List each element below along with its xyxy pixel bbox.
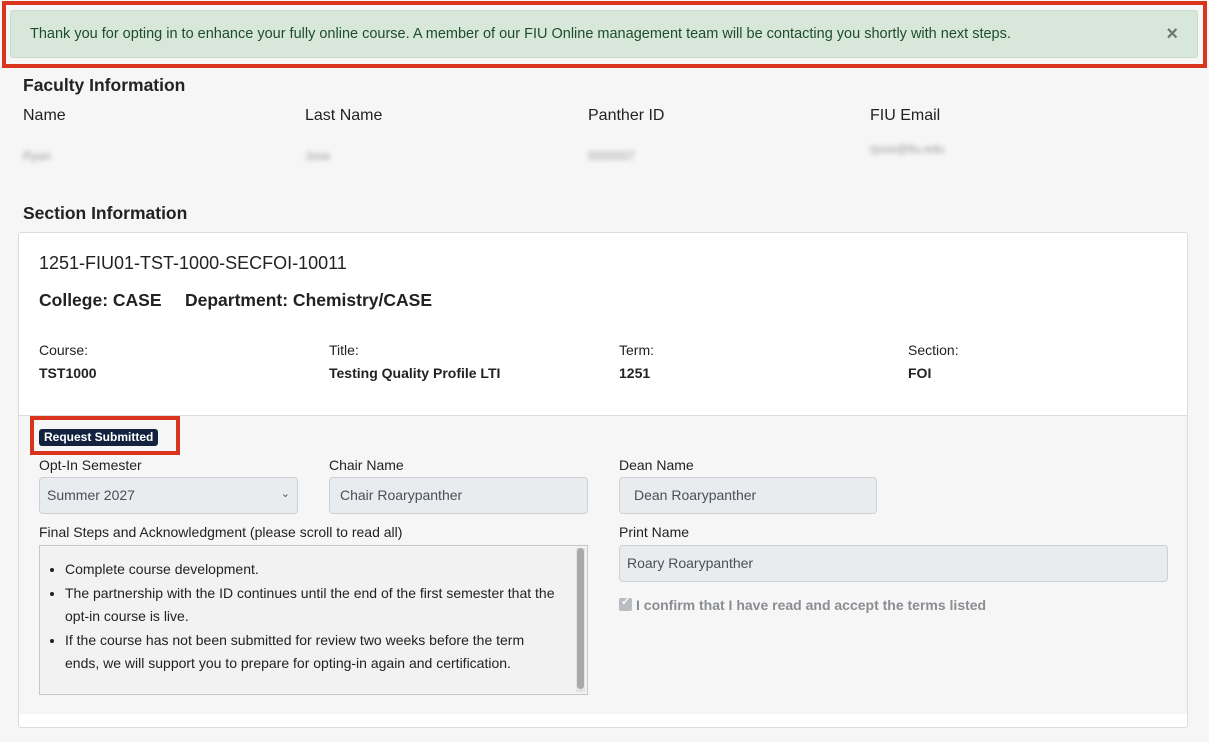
faculty-name-label: Name (23, 107, 66, 124)
success-alert: Thank you for opting in to enhance your … (10, 10, 1198, 58)
confirm-checkbox[interactable] (619, 595, 632, 611)
chevron-down-icon: ⌄ (280, 488, 290, 500)
opt-in-semester-select[interactable]: Summer 2027 ⌄ (39, 477, 298, 514)
confirm-terms[interactable]: I confirm that I have read and accept th… (619, 595, 987, 613)
close-icon[interactable]: × (1166, 22, 1178, 46)
chair-name-label: Chair Name (329, 457, 404, 473)
list-item: Complete course development. (65, 558, 560, 582)
term-label: Term: (619, 342, 654, 358)
faculty-last-name-label: Last Name (305, 107, 383, 124)
faculty-name-value: Ryan (23, 149, 52, 163)
faculty-panther-id-label: Panther ID (588, 107, 665, 124)
opt-in-semester-value: Summer 2027 (47, 487, 135, 503)
faculty-panther-id-value: 0000007 (588, 149, 635, 163)
course-value: TST1000 (39, 365, 97, 381)
dean-name-label: Dean Name (619, 457, 694, 473)
section-summary: 1251-FIU01-TST-1000-SECFOI-10011 College… (19, 233, 1187, 416)
alert-message: Thank you for opting in to enhance your … (30, 26, 1011, 42)
scroll-thumb[interactable] (577, 548, 584, 689)
chair-name-field[interactable]: Chair Roarypanther (329, 477, 588, 514)
dean-name-field[interactable]: Dean Roarypanther (619, 477, 877, 514)
acknowledgment-label: Final Steps and Acknowledgment (please s… (39, 524, 403, 540)
college: College: CASE (39, 290, 162, 310)
term-value: 1251 (619, 365, 651, 381)
course-label: Course: (39, 342, 89, 358)
faculty-heading: Faculty Information (23, 75, 186, 95)
acknowledgment-box[interactable]: Complete course development. The partner… (39, 545, 588, 695)
section-value: FOI (908, 365, 932, 381)
list-item: The partnership with the ID continues un… (65, 582, 560, 629)
title-label: Title: (329, 342, 359, 358)
faculty-email-label: FIU Email (870, 107, 941, 124)
section-heading: Section Information (23, 203, 188, 223)
opt-in-semester-label: Opt-In Semester (39, 457, 142, 473)
section-id: 1251-FIU01-TST-1000-SECFOI-10011 (39, 253, 347, 273)
acknowledgment-list: Complete course development. The partner… (65, 558, 560, 676)
scrollbar[interactable] (576, 548, 585, 692)
confirm-terms-label: I confirm that I have read and accept th… (636, 597, 987, 613)
department: Department: Chemistry/CASE (185, 290, 432, 310)
title-value: Testing Quality Profile LTI (329, 365, 501, 381)
faculty-last-name-value: Jose (305, 149, 331, 163)
list-item: If the course has not been submitted for… (65, 629, 560, 676)
print-name-label: Print Name (619, 524, 690, 540)
section-label: Section: (908, 342, 959, 358)
faculty-email-value: rjose@fiu.edu (870, 142, 945, 156)
status-badge: Request Submitted (39, 429, 159, 446)
section-card: 1251-FIU01-TST-1000-SECFOI-10011 College… (18, 232, 1188, 728)
print-name-field[interactable]: Roary Roarypanther (619, 545, 1168, 582)
